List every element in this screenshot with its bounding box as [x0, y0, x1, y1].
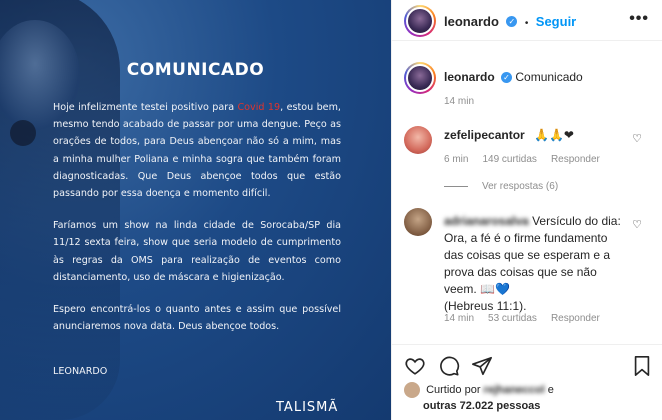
caption-text: Comunicado	[515, 70, 583, 84]
comment-body: adrianarosalva Versículo do dia: Ora, a …	[444, 213, 644, 315]
announcement-paragraph-2: Faríamos um show na linda cidade de Soro…	[53, 220, 341, 283]
comment-meta: 14 min 53 curtidas Responder	[444, 313, 614, 324]
share-icon[interactable]	[471, 355, 493, 377]
announcement-heading: COMUNICADO	[126, 60, 265, 80]
comment-text: 🙏🙏❤	[534, 128, 574, 142]
verified-icon: ✓	[501, 72, 513, 84]
caption-time: 14 min	[444, 96, 475, 107]
author-avatar[interactable]	[404, 5, 436, 37]
announcement-body: Hoje infelizmente testei positivo para C…	[53, 99, 341, 350]
action-bar	[392, 344, 662, 384]
comment-time: 14 min	[444, 313, 475, 324]
header-user-row: leonardo ✓ • Seguir	[444, 13, 576, 31]
comment-like-heart-icon[interactable]: ♡	[632, 132, 642, 145]
likes-prefix: Curtido por	[426, 383, 481, 396]
comment-reply-button[interactable]: Responder	[551, 313, 600, 324]
comment-username[interactable]: adrianarosalva	[444, 214, 529, 228]
comment-likes[interactable]: 149 curtidas	[482, 154, 536, 165]
caption-username[interactable]: leonardo	[444, 70, 495, 84]
caption-row: leonardo ✓ Comunicado	[444, 70, 583, 84]
microphone-shape	[10, 120, 36, 146]
comment-likes[interactable]: 53 curtidas	[488, 313, 537, 324]
covid-highlight: Covid 19	[237, 102, 281, 113]
post-side-panel: leonardo ✓ • Seguir ••• leonardo ✓ Comun…	[391, 0, 662, 420]
announcement-signature: LEONARDO	[53, 366, 108, 377]
post-header: leonardo ✓ • Seguir •••	[392, 0, 662, 41]
verified-icon: ✓	[506, 16, 518, 28]
header-separator: •	[524, 18, 529, 29]
post-image[interactable]: COMUNICADO Hoje infelizmente testei posi…	[0, 0, 391, 420]
announcement-paragraph-3: Espero encontrá-los o quanto antes e ass…	[53, 304, 341, 333]
comment-reply-button[interactable]: Responder	[551, 154, 600, 165]
likes-conjunction: e	[547, 383, 554, 396]
bookmark-icon[interactable]	[632, 355, 652, 377]
comment-username[interactable]: zefelipecantor	[444, 128, 525, 142]
comment-text-line: Ora, a fé é o firme fundamento	[444, 231, 608, 245]
comment-text-line: das coisas que se esperam e a	[444, 248, 611, 262]
comment-meta: 6 min 149 curtidas Responder	[444, 154, 614, 165]
more-options-icon[interactable]: •••	[629, 10, 649, 28]
paragraph-1-end: , estou bem, mesmo tendo acabado de pass…	[53, 102, 341, 200]
heart-icon[interactable]	[404, 355, 426, 377]
paragraph-1-start: Hoje infelizmente testei positivo para	[53, 102, 238, 113]
comment-avatar[interactable]	[404, 126, 432, 154]
comment-avatar[interactable]	[404, 208, 432, 236]
comment-like-heart-icon[interactable]: ♡	[632, 218, 642, 231]
comment-time: 6 min	[444, 154, 469, 165]
follow-button[interactable]: Seguir	[536, 14, 576, 29]
comment-text-line: veem. 📖💙	[444, 282, 510, 296]
comment-text-line: prova das coisas que se não	[444, 265, 597, 279]
likes-others[interactable]: outras 72.022 pessoas	[423, 400, 554, 412]
comment-row: zefelipecantor 🙏🙏❤	[444, 127, 574, 144]
comment-first-line: adrianarosalva Versículo do dia:	[444, 213, 644, 230]
comment-icon[interactable]	[438, 355, 460, 377]
comment-text-line: Versículo do dia:	[532, 214, 621, 228]
announcement-paragraph-1: Hoje infelizmente testei positivo para C…	[53, 99, 341, 202]
header-username[interactable]: leonardo	[444, 14, 499, 29]
liker-avatar[interactable]	[404, 382, 420, 398]
talisma-logo: TALISMÃ	[276, 400, 339, 415]
caption-avatar[interactable]	[404, 62, 436, 94]
view-replies-button[interactable]: Ver respostas (6)	[444, 181, 558, 192]
likes-summary: Curtido por rejhaneccol e outras 72.022 …	[404, 382, 554, 412]
liker-username[interactable]: rejhaneccol	[484, 384, 545, 396]
